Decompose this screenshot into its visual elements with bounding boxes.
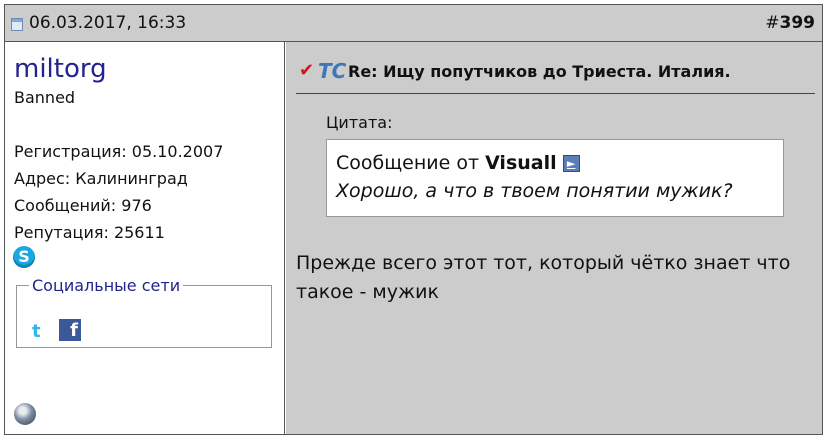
post-content-panel: ✔ TC Re: Ищу попутчиков до Триеста. Итал… [286, 42, 822, 434]
quote-from-prefix: Сообщение от [336, 152, 480, 174]
post-date: 06.03.2017, 16:33 [29, 13, 187, 33]
social-networks-box: Социальные сети t f [16, 276, 272, 348]
user-address: Адрес: Калининград [14, 169, 188, 188]
post-number: #399 [765, 13, 815, 33]
facebook-icon[interactable]: f [59, 319, 81, 341]
user-messages: Сообщений: 976 [14, 196, 152, 215]
post-header: 06.03.2017, 16:33 #399 [5, 5, 822, 42]
post-number-prefix: # [765, 13, 780, 33]
title-divider [296, 93, 815, 94]
quote-author: Visuall [485, 152, 557, 174]
post-title: Re: Ищу попутчиков до Триеста. Италия. [348, 62, 731, 81]
twitter-icon[interactable]: t [32, 323, 50, 341]
user-info-panel: miltorg Banned Регистрация: 05.10.2007 А… [5, 42, 285, 434]
quote-label: Цитата: [326, 113, 393, 132]
tc-icon: TC [318, 59, 347, 83]
quote-from: Сообщение от Visuall ► [336, 152, 580, 174]
post-number-link[interactable]: 399 [780, 13, 816, 33]
skype-icon[interactable]: S [13, 246, 35, 268]
quote-text: Хорошо, а что в твоем понятии мужик? [336, 180, 733, 202]
user-title: Banned [14, 88, 76, 107]
social-networks-legend: Социальные сети [32, 276, 181, 295]
view-post-icon[interactable]: ► [562, 155, 580, 172]
user-registration: Регистрация: 05.10.2007 [14, 142, 224, 161]
checkmark-icon: ✔ [299, 60, 315, 81]
username-link[interactable]: miltorg [14, 54, 107, 84]
forum-post: 06.03.2017, 16:33 #399 miltorg Banned Ре… [4, 4, 823, 435]
post-message: Прежде всего этот тот, который чётко зна… [296, 252, 791, 303]
quote-box: Сообщение от Visuall ► Хорошо, а что в тв… [326, 139, 784, 217]
post-icon [11, 18, 23, 31]
offline-status-icon [14, 403, 36, 425]
user-reputation: Репутация: 25611 [14, 223, 165, 242]
